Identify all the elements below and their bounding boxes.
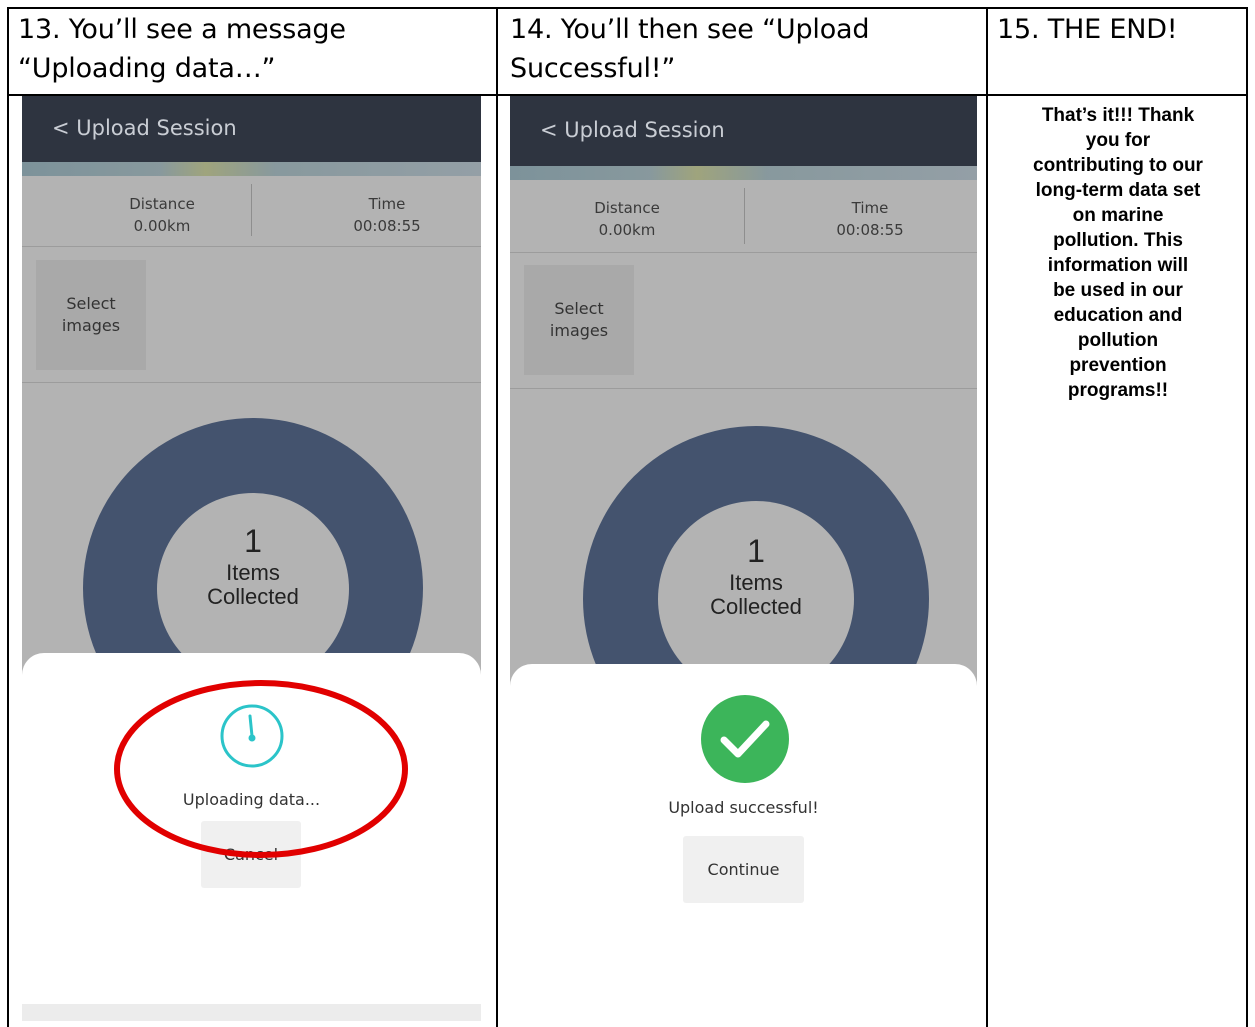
step-15-heading-line-1: 15. THE END! <box>997 14 1178 45</box>
distance-stat: Distance 0.00km <box>102 193 222 237</box>
end-message-line-11: prevention <box>1069 355 1167 376</box>
images-bottom-divider <box>22 382 481 383</box>
upload-success-screenshot: < Upload Session Distance 0.00km Time 00… <box>510 96 977 1021</box>
step-13-heading: 13. You’ll see a message “Uploading data… <box>18 10 346 88</box>
select-images-line-1: Select <box>66 294 116 313</box>
continue-button[interactable]: Continue <box>683 836 804 903</box>
end-message-line-3: contributing to our <box>1033 155 1203 176</box>
step-13-heading-line-1: 13. You’ll see a message <box>18 14 346 45</box>
stats-bottom-divider <box>510 252 977 253</box>
distance-value: 0.00km <box>133 217 191 235</box>
time-stat: Time 00:08:55 <box>810 197 930 241</box>
end-message-line-1: That’s it!!! Thank <box>1041 105 1195 126</box>
bottom-bar <box>22 1004 481 1021</box>
upload-success-sheet: Upload successful! Continue <box>510 664 977 1021</box>
step-13-heading-line-2: “Uploading data…” <box>18 53 276 84</box>
map-preview-strip <box>510 166 977 180</box>
items-label-line-1: Items <box>729 570 783 595</box>
distance-stat: Distance 0.00km <box>567 197 687 241</box>
select-images-button[interactable]: Select images <box>524 265 634 375</box>
select-images-button[interactable]: Select images <box>36 260 146 370</box>
items-count: 1 <box>747 533 765 569</box>
images-bottom-divider <box>510 388 977 389</box>
end-message-line-8: be used in our <box>1053 280 1183 301</box>
back-title[interactable]: < Upload Session <box>540 118 725 142</box>
select-images-line-2: images <box>549 321 609 340</box>
end-message-line-10: pollution <box>1077 330 1159 351</box>
uploading-screenshot: < Upload Session Distance 0.00km Time 00… <box>22 96 481 1021</box>
items-label-line-1: Items <box>226 560 280 585</box>
distance-label: Distance <box>594 199 660 217</box>
end-message-line-9: education and <box>1053 305 1183 326</box>
distance-value: 0.00km <box>598 221 656 239</box>
column-divider-2 <box>986 7 988 1027</box>
select-images-line-2: images <box>61 316 121 335</box>
step-14-heading-line-1: 14. You’ll then see “Upload <box>510 14 870 45</box>
end-message-line-12: programs!! <box>1067 380 1169 401</box>
table-border-top <box>7 7 1248 9</box>
time-stat: Time 00:08:55 <box>327 193 447 237</box>
items-label-line-2: Collected <box>207 584 299 609</box>
checkmark-icon <box>701 695 789 783</box>
end-message-line-2: you for <box>1085 130 1151 151</box>
end-message-line-4: long-term data set <box>1035 180 1201 201</box>
annotation-ellipse <box>114 680 408 858</box>
end-message: That’s it!!! Thank you for contributing … <box>990 103 1246 403</box>
column-divider-1 <box>496 7 498 1027</box>
stat-divider <box>744 188 745 244</box>
app-header: < Upload Session <box>510 96 977 166</box>
select-images-line-1: Select <box>554 299 604 318</box>
table-border-left <box>7 7 9 1027</box>
time-label: Time <box>851 199 889 217</box>
end-message-line-7: information will <box>1047 255 1189 276</box>
items-label-line-2: Collected <box>710 594 802 619</box>
stats-bottom-divider <box>22 246 481 247</box>
items-count: 1 <box>244 523 262 559</box>
time-value: 00:08:55 <box>836 221 904 239</box>
back-title[interactable]: < Upload Session <box>52 116 237 140</box>
step-14-heading-line-2: Successful!” <box>510 53 676 84</box>
upload-success-message: Upload successful! <box>668 798 819 817</box>
map-preview-strip <box>22 162 481 176</box>
end-message-line-6: pollution. This <box>1053 230 1183 251</box>
time-value: 00:08:55 <box>353 217 421 235</box>
step-15-heading: 15. THE END! <box>997 10 1178 49</box>
app-header: < Upload Session <box>22 96 481 162</box>
distance-label: Distance <box>129 195 195 213</box>
end-message-line-5: on marine <box>1072 205 1164 226</box>
table-border-right <box>1246 7 1248 1027</box>
stat-divider <box>251 184 252 236</box>
time-label: Time <box>368 195 406 213</box>
step-14-heading: 14. You’ll then see “Upload Successful!” <box>510 10 870 88</box>
